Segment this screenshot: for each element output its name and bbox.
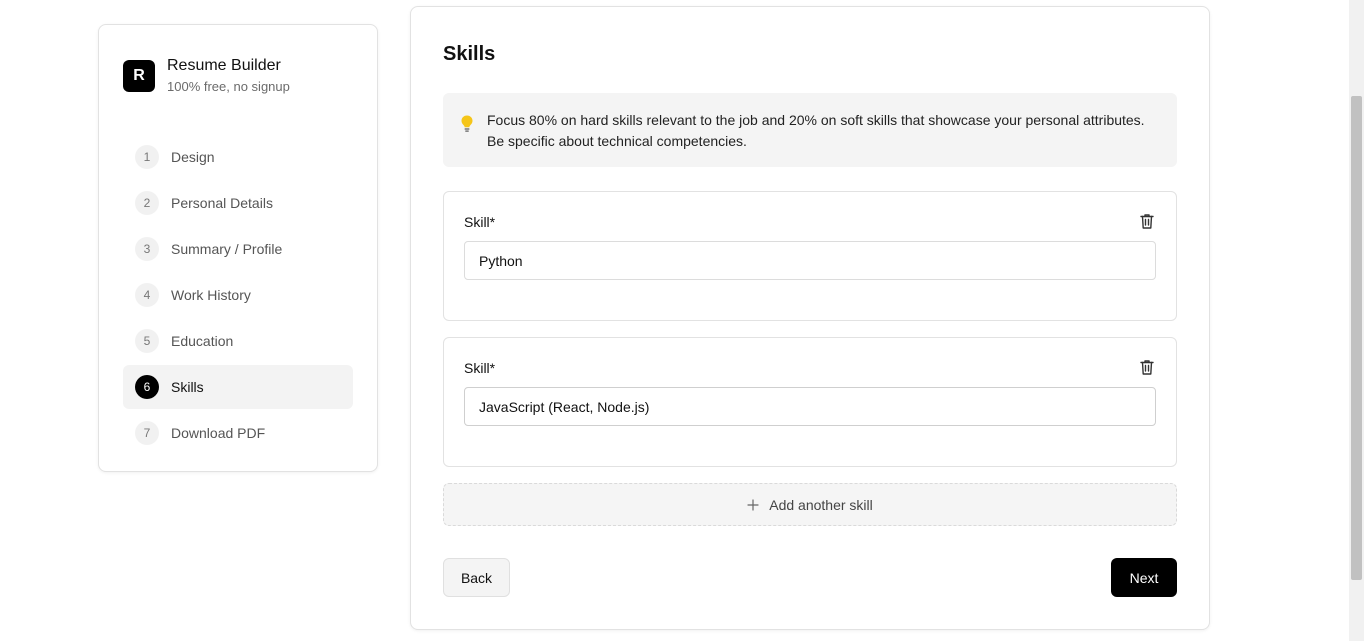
step-skills[interactable]: 6 Skills (123, 365, 353, 409)
step-summary-profile[interactable]: 3 Summary / Profile (123, 227, 353, 271)
step-label: Summary / Profile (171, 241, 283, 257)
step-number: 3 (135, 237, 159, 261)
tip-text: Focus 80% on hard skills relevant to the… (487, 112, 1145, 149)
step-education[interactable]: 5 Education (123, 319, 353, 363)
step-number: 2 (135, 191, 159, 215)
skill-card: Skill* (443, 337, 1177, 467)
trash-icon[interactable] (1138, 212, 1156, 230)
step-label: Design (171, 149, 215, 165)
step-label: Download PDF (171, 425, 266, 441)
step-number: 5 (135, 329, 159, 353)
step-design[interactable]: 1 Design (123, 135, 353, 179)
brand-text: Resume Builder 100% free, no signup (167, 56, 290, 96)
skill-input[interactable] (464, 241, 1156, 280)
step-number: 7 (135, 421, 159, 445)
step-number: 6 (135, 375, 159, 399)
page-title: Skills (443, 43, 496, 65)
trash-icon[interactable] (1138, 358, 1156, 376)
main-panel: Skills Focus 80% on hard skills relevant… (410, 6, 1210, 630)
brand-logo: R (123, 60, 155, 92)
skill-label: Skill* (464, 214, 496, 230)
scrollbar-thumb[interactable] (1351, 96, 1362, 580)
skill-card: Skill* (443, 191, 1177, 321)
lightbulb-icon (461, 115, 473, 132)
brand: R Resume Builder 100% free, no signup (123, 56, 290, 96)
page-scrollbar[interactable] (1349, 0, 1364, 641)
step-label: Work History (171, 287, 251, 303)
step-personal-details[interactable]: 2 Personal Details (123, 181, 353, 225)
back-button[interactable]: Back (443, 558, 510, 597)
step-download-pdf[interactable]: 7 Download PDF (123, 411, 353, 455)
brand-title: Resume Builder (167, 57, 281, 74)
brand-subtitle: 100% free, no signup (167, 79, 290, 94)
step-label: Skills (171, 379, 204, 395)
step-list: 1 Design 2 Personal Details 3 Summary / … (123, 135, 353, 457)
step-label: Personal Details (171, 195, 273, 211)
plus-icon (747, 498, 759, 511)
step-work-history[interactable]: 4 Work History (123, 273, 353, 317)
skill-label: Skill* (464, 360, 496, 376)
tip-box: Focus 80% on hard skills relevant to the… (443, 93, 1177, 167)
step-label: Education (171, 333, 234, 349)
skill-input[interactable] (464, 387, 1156, 426)
add-skill-label: Add another skill (769, 496, 873, 513)
next-button[interactable]: Next (1111, 558, 1177, 597)
step-number: 1 (135, 145, 159, 169)
step-number: 4 (135, 283, 159, 307)
sidebar: R Resume Builder 100% free, no signup 1 … (98, 24, 378, 472)
add-skill-button[interactable]: Add another skill (443, 483, 1177, 526)
